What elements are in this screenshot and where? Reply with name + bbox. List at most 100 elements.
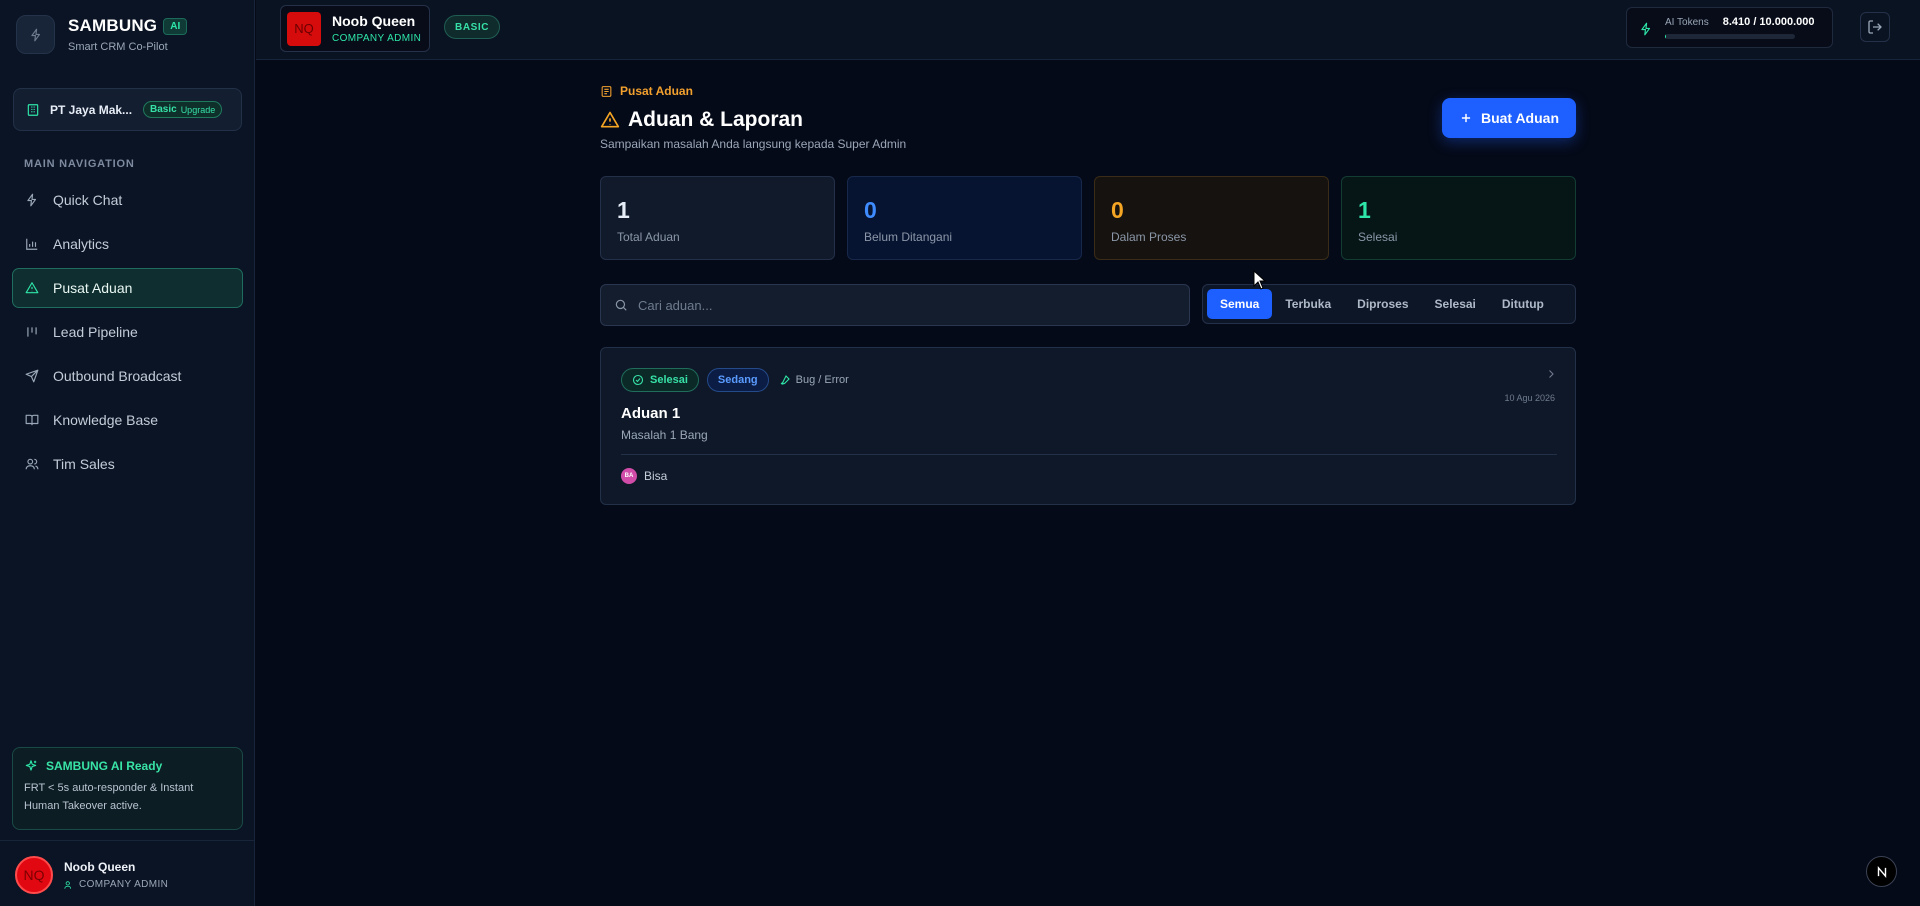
chevron-right-icon xyxy=(1545,368,1557,380)
plan-name: Basic xyxy=(150,104,177,115)
brand-name: SAMBUNG xyxy=(68,16,158,35)
nav-section-title: MAIN NAVIGATION xyxy=(24,158,135,170)
page-title: Aduan & Laporan xyxy=(628,108,804,131)
stat-label: Belum Ditangani xyxy=(864,230,953,244)
company-name: PT Jaya Mak... xyxy=(50,102,133,117)
sidebar-item-label: Lead Pipeline xyxy=(53,324,138,340)
stat-value: 1 xyxy=(617,197,630,223)
avatar: NQ xyxy=(287,11,321,46)
sidebar-item-label: Knowledge Base xyxy=(53,412,159,428)
stat-label: Total Aduan xyxy=(617,230,680,244)
sidebar-item-label: Outbound Broadcast xyxy=(53,368,182,384)
brand[interactable]: SAMBUNG AI Smart CRM Co-Pilot xyxy=(16,15,188,54)
plan-badge: BASIC xyxy=(444,15,501,39)
warning-icon xyxy=(600,110,620,130)
sidebar-item-analytics[interactable]: Analytics xyxy=(12,224,243,264)
top-user-card[interactable]: NQ Noob Queen COMPANY ADMIN xyxy=(280,5,430,52)
book-icon xyxy=(25,413,39,427)
stat-card-unhandled: 0 Belum Ditangani xyxy=(847,176,1082,260)
status-filter-tabs: Semua Terbuka Diproses Selesai Ditutup xyxy=(1202,284,1576,324)
brand-logo-icon xyxy=(16,15,55,54)
avatar: NQ xyxy=(15,856,53,894)
user-role: COMPANY ADMIN xyxy=(79,879,169,890)
create-complaint-button[interactable]: Buat Aduan xyxy=(1442,98,1576,138)
plus-icon xyxy=(1459,111,1473,125)
ticket-author: Bisa xyxy=(644,469,668,483)
warning-icon xyxy=(25,281,39,295)
main-navigation: Quick Chat Analytics Pusat Aduan Lead Pi… xyxy=(12,180,243,488)
bolt-icon xyxy=(1639,22,1653,36)
stat-label: Selesai xyxy=(1358,230,1398,244)
sidebar-item-quick-chat[interactable]: Quick Chat xyxy=(12,180,243,220)
stat-card-in-progress: 0 Dalam Proses xyxy=(1094,176,1329,260)
tab-terbuka[interactable]: Terbuka xyxy=(1272,289,1344,319)
breadcrumb: Pusat Aduan xyxy=(600,84,693,98)
category-text: Bug / Error xyxy=(795,374,849,386)
sidebar-item-lead-pipeline[interactable]: Lead Pipeline xyxy=(12,312,243,352)
status-badge-label: Selesai xyxy=(650,374,688,386)
breadcrumb-text: Pusat Aduan xyxy=(620,84,693,98)
category-label: Bug / Error xyxy=(779,374,849,386)
status-badge: Selesai xyxy=(621,368,699,392)
users-icon xyxy=(25,457,39,471)
sidebar-divider xyxy=(0,840,255,841)
tab-diproses[interactable]: Diproses xyxy=(1344,289,1421,319)
sidebar-item-pusat-aduan[interactable]: Pusat Aduan xyxy=(12,268,243,308)
create-button-label: Buat Aduan xyxy=(1480,110,1560,126)
top-user-role: COMPANY ADMIN xyxy=(332,33,422,44)
sparkle-icon xyxy=(24,759,38,773)
upgrade-link[interactable]: Upgrade xyxy=(181,105,216,115)
priority-badge: Sedang xyxy=(706,368,769,392)
stat-value: 1 xyxy=(1358,197,1371,223)
send-icon xyxy=(25,369,39,383)
check-circle-icon xyxy=(632,374,644,386)
user-name: Noob Queen xyxy=(64,860,136,874)
top-bar: NQ Noob Queen COMPANY ADMIN BASIC AI Tok… xyxy=(256,0,1920,60)
ticket-title: Aduan 1 xyxy=(621,405,681,422)
ai-status-card: SAMBUNG AI Ready FRT < 5s auto-responder… xyxy=(12,747,243,830)
sidebar: SAMBUNG AI Smart CRM Co-Pilot PT Jaya Ma… xyxy=(0,0,255,906)
complaint-card[interactable]: Selesai Sedang Bug / Error 10 Agu 2026 A… xyxy=(600,347,1576,505)
tab-selesai[interactable]: Selesai xyxy=(1422,289,1489,319)
page-subtitle: Sampaikan masalah Anda langsung kepada S… xyxy=(600,137,907,151)
brand-ai-badge: AI xyxy=(163,17,188,35)
plan-pill[interactable]: Basic Upgrade xyxy=(143,101,223,118)
sidebar-item-label: Tim Sales xyxy=(53,456,115,472)
sidebar-item-tim-sales[interactable]: Tim Sales xyxy=(12,444,243,484)
search-icon xyxy=(614,298,628,312)
ticket-date: 10 Agu 2026 xyxy=(1504,393,1555,403)
tokens-label: AI Tokens xyxy=(1665,17,1709,28)
sidebar-user[interactable]: NQ Noob Queen COMPANY ADMIN xyxy=(15,856,168,894)
stat-card-completed: 1 Selesai xyxy=(1341,176,1576,260)
sidebar-item-knowledge-base[interactable]: Knowledge Base xyxy=(12,400,243,440)
ticket-description: Masalah 1 Bang xyxy=(621,428,708,442)
ai-status-title: SAMBUNG AI Ready xyxy=(46,759,163,773)
bolt-icon xyxy=(25,193,39,207)
bug-icon xyxy=(779,374,791,386)
search-box[interactable] xyxy=(600,284,1190,326)
next-dev-indicator-icon[interactable] xyxy=(1866,856,1897,887)
ai-tokens-meter: AI Tokens 8.410 / 10.000.000 xyxy=(1626,7,1833,48)
user-role-icon xyxy=(64,880,74,890)
sidebar-item-label: Pusat Aduan xyxy=(53,280,133,296)
tab-semua[interactable]: Semua xyxy=(1207,289,1273,319)
building-icon xyxy=(26,103,40,117)
tab-ditutup[interactable]: Ditutup xyxy=(1489,289,1557,319)
mouse-cursor-icon xyxy=(1253,270,1267,290)
document-icon xyxy=(600,85,613,98)
stat-value: 0 xyxy=(1111,197,1124,223)
ticket-divider xyxy=(621,454,1557,455)
search-input[interactable] xyxy=(638,285,1189,325)
logout-button[interactable] xyxy=(1860,12,1890,42)
top-user-name: Noob Queen xyxy=(332,13,416,29)
logout-icon xyxy=(1867,19,1883,35)
company-switcher[interactable]: PT Jaya Mak... Basic Upgrade xyxy=(13,88,242,131)
tokens-progress-bar xyxy=(1665,34,1795,39)
tokens-value: 8.410 / 10.000.000 xyxy=(1722,16,1815,28)
stat-label: Dalam Proses xyxy=(1111,230,1187,244)
sidebar-item-outbound-broadcast[interactable]: Outbound Broadcast xyxy=(12,356,243,396)
sidebar-item-label: Analytics xyxy=(53,236,110,252)
ai-status-body: FRT < 5s auto-responder & Instant Human … xyxy=(24,782,194,812)
brand-subtitle: Smart CRM Co-Pilot xyxy=(68,41,168,53)
stat-card-total: 1 Total Aduan xyxy=(600,176,835,260)
